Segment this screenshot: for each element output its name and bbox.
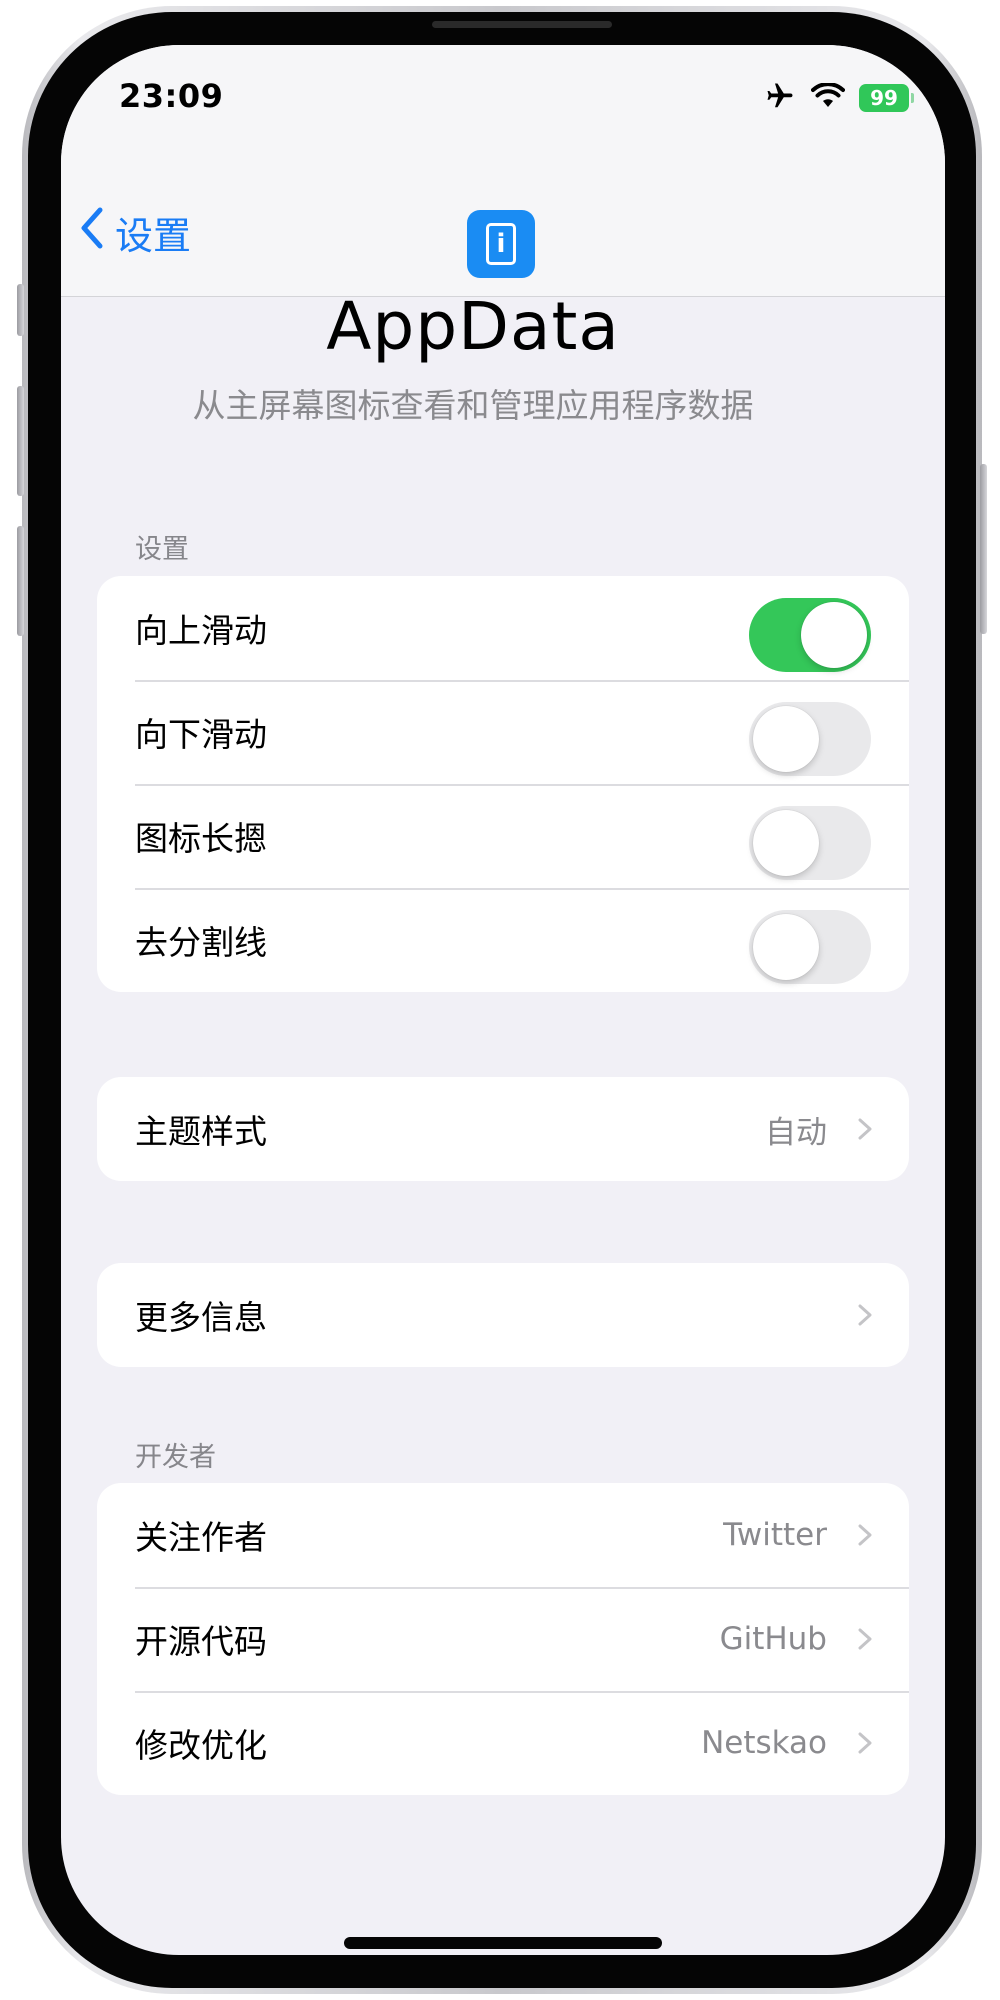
more-info-row[interactable]: 更多信息 [97,1263,909,1367]
battery-icon: 99 [859,84,914,112]
swipe-up-toggle[interactable] [749,598,871,672]
navigation-bar: 设置 i [61,155,945,297]
setting-row-swipe-down: 向下滑动 [97,680,909,784]
power-button [980,464,987,634]
setting-label: 向上滑动 [135,611,267,650]
more-info-group: 更多信息 [97,1263,909,1367]
setting-label: 去分割线 [135,923,267,962]
chevron-right-icon [857,1628,873,1650]
theme-style-label: 主题样式 [135,1112,267,1151]
wifi-icon [811,82,845,113]
info-icon: i [486,223,516,265]
source-code-value: GitHub [719,1621,827,1657]
volume-up-button [17,386,24,496]
chevron-right-icon [857,1524,873,1546]
screen: 23:09 99 设置 i AppData 从主屏幕图标查看和管理应用程序数据 … [61,45,945,1955]
page-subtitle: 从主屏幕图标查看和管理应用程序数据 [192,386,754,425]
setting-label: 向下滑动 [135,715,267,754]
info-app-icon: i [467,210,535,278]
toggle-knob [753,706,819,772]
modify-optimize-value: Netskao [701,1725,827,1761]
speaker-grille [432,21,612,28]
page-title: AppData [326,288,620,365]
section-header-settings: 设置 [135,534,189,565]
modify-optimize-row[interactable]: 修改优化 Netskao [97,1691,909,1795]
battery-level: 99 [870,86,898,110]
status-bar: 23:09 99 [61,45,945,155]
developer-group: 关注作者 Twitter 开源代码 GitHub 修改优化 Netskao [97,1483,909,1795]
chevron-right-icon [857,1118,873,1140]
status-time: 23:09 [119,77,224,115]
modify-optimize-label: 修改优化 [135,1726,267,1765]
status-icons: 99 [763,81,914,115]
chevron-right-icon [857,1304,873,1326]
home-indicator[interactable] [344,1937,662,1949]
toggle-knob [753,914,819,980]
swipe-down-toggle[interactable] [749,702,871,776]
source-code-row[interactable]: 开源代码 GitHub [97,1587,909,1691]
follow-author-row[interactable]: 关注作者 Twitter [97,1483,909,1587]
source-code-label: 开源代码 [135,1622,267,1661]
theme-style-value: 自动 [765,1114,827,1151]
chevron-left-icon [79,206,105,259]
mute-switch [17,284,24,336]
theme-style-row[interactable]: 主题样式 自动 [97,1077,909,1181]
follow-author-label: 关注作者 [135,1518,267,1557]
toggle-knob [801,602,867,668]
toggle-knob [753,810,819,876]
back-label: 设置 [115,214,192,258]
hide-separator-toggle[interactable] [749,910,871,984]
chevron-right-icon [857,1732,873,1754]
setting-row-long-press: 图标长摁 [97,784,909,888]
section-header-developer: 开发者 [135,1442,216,1473]
airplane-icon [763,81,797,115]
back-button[interactable]: 设置 [79,205,191,260]
volume-down-button [17,526,24,636]
theme-group: 主题样式 自动 [97,1077,909,1181]
setting-row-hide-separator: 去分割线 [97,888,909,992]
setting-label: 图标长摁 [135,819,267,858]
settings-group: 向上滑动 向下滑动 图标长摁 去分割线 [97,576,909,992]
more-info-label: 更多信息 [135,1298,267,1337]
follow-author-value: Twitter [723,1517,827,1553]
setting-row-swipe-up: 向上滑动 [97,576,909,680]
long-press-toggle[interactable] [749,806,871,880]
